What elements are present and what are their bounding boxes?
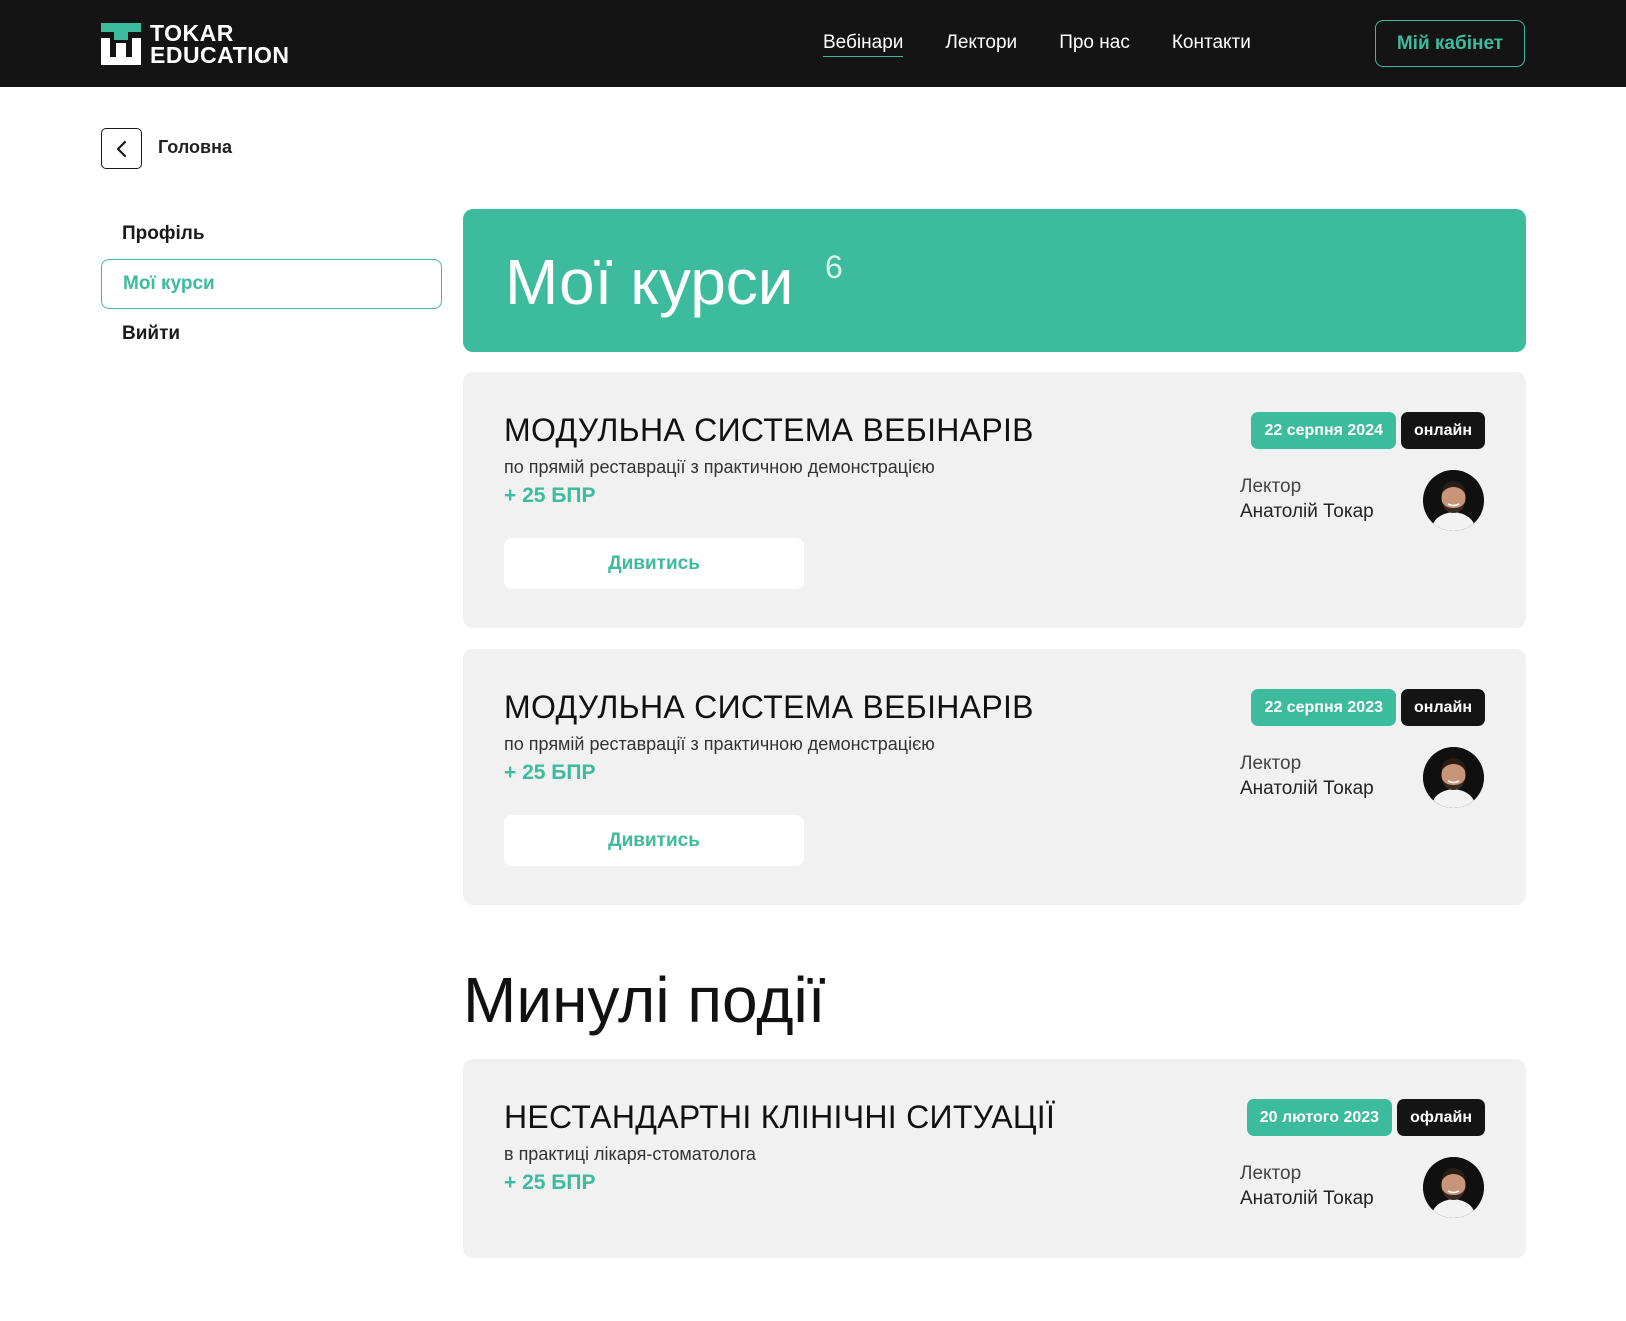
lector-label: Лектор bbox=[1240, 476, 1302, 497]
date-badge: 22 серпня 2024 bbox=[1251, 412, 1396, 449]
brand-line-1: TOKAR bbox=[150, 20, 234, 46]
person-avatar-icon bbox=[1423, 1157, 1484, 1218]
lector-avatar[interactable] bbox=[1423, 1157, 1484, 1218]
nav-item-lectors[interactable]: Лектори bbox=[945, 30, 1017, 57]
course-bpr-points: + 25 БПР bbox=[504, 761, 596, 784]
page-title: Мої курси bbox=[505, 246, 794, 318]
format-badge: онлайн bbox=[1401, 689, 1485, 726]
date-badge: 22 серпня 2023 bbox=[1251, 689, 1396, 726]
date-badge: 20 лютого 2023 bbox=[1246, 1099, 1393, 1136]
course-card: МОДУЛЬНА СИСТЕМА ВЕБІНАРІВ по прямій рес… bbox=[463, 372, 1526, 628]
page-title-banner: Мої курси 6 bbox=[463, 209, 1526, 352]
sidebar-item-profile[interactable]: Профіль bbox=[101, 209, 442, 259]
lector-name[interactable]: Анатолій Токар bbox=[1240, 1188, 1374, 1210]
main-nav: Вебінари Лектори Про нас Контакти bbox=[823, 30, 1293, 57]
courses-count: 6 bbox=[825, 249, 843, 285]
watch-button[interactable]: Дивитись bbox=[504, 815, 804, 866]
course-badges: 22 серпня 2024 онлайн bbox=[1251, 412, 1485, 449]
brand-wordmark: TOKAR EDUCATION bbox=[150, 20, 290, 68]
course-subtitle: по прямій реставрації з практичною демон… bbox=[504, 734, 935, 754]
lector-label: Лектор bbox=[1240, 1163, 1302, 1184]
lector-label: Лектор bbox=[1240, 753, 1302, 774]
format-badge: онлайн bbox=[1401, 412, 1485, 449]
nav-item-contacts[interactable]: Контакти bbox=[1172, 30, 1251, 57]
course-subtitle: по прямій реставрації з практичною демон… bbox=[504, 457, 935, 477]
format-badge: офлайн bbox=[1397, 1099, 1485, 1136]
my-cabinet-button[interactable]: Мій кабінет bbox=[1375, 20, 1525, 67]
nav-item-about[interactable]: Про нас bbox=[1059, 30, 1130, 57]
course-title: МОДУЛЬНА СИСТЕМА ВЕБІНАРІВ bbox=[504, 689, 1034, 725]
event-title: НЕСТАНДАРТНІ КЛІНІЧНІ СИТУАЦІЇ bbox=[504, 1099, 1056, 1135]
course-title: МОДУЛЬНА СИСТЕМА ВЕБІНАРІВ bbox=[504, 412, 1034, 448]
site-header: TOKAR EDUCATION Вебінари Лектори Про нас… bbox=[0, 0, 1626, 87]
back-button[interactable] bbox=[101, 128, 142, 169]
course-card: МОДУЛЬНА СИСТЕМА ВЕБІНАРІВ по прямій рес… bbox=[463, 649, 1526, 905]
sidebar-item-logout[interactable]: Вийти bbox=[101, 309, 442, 359]
person-avatar-icon bbox=[1423, 747, 1484, 808]
chevron-left-icon bbox=[116, 140, 126, 157]
course-badges: 22 серпня 2023 онлайн bbox=[1251, 689, 1485, 726]
watch-button[interactable]: Дивитись bbox=[504, 538, 804, 589]
logo-mark-icon bbox=[101, 23, 141, 65]
course-bpr-points: + 25 БПР bbox=[504, 484, 596, 507]
event-subtitle: в практиці лікаря-стоматолога bbox=[504, 1144, 756, 1164]
brand-line-2: EDUCATION bbox=[150, 42, 290, 68]
nav-item-webinars[interactable]: Вебінари bbox=[823, 30, 904, 57]
past-event-card: НЕСТАНДАРТНІ КЛІНІЧНІ СИТУАЦІЇ в практиц… bbox=[463, 1059, 1526, 1258]
event-bpr-points: + 25 БПР bbox=[504, 1171, 596, 1194]
event-badges: 20 лютого 2023 офлайн bbox=[1246, 1099, 1485, 1136]
lector-name[interactable]: Анатолій Токар bbox=[1240, 778, 1374, 800]
brand-logo[interactable]: TOKAR EDUCATION bbox=[101, 20, 290, 68]
lector-avatar[interactable] bbox=[1423, 470, 1484, 531]
lector-name[interactable]: Анатолій Токар bbox=[1240, 501, 1374, 523]
person-avatar-icon bbox=[1423, 470, 1484, 531]
past-events-title: Минулі події bbox=[463, 964, 826, 1036]
breadcrumb-home-link[interactable]: Головна bbox=[158, 137, 232, 158]
sidebar-item-my-courses[interactable]: Мої курси bbox=[101, 259, 442, 309]
lector-avatar[interactable] bbox=[1423, 747, 1484, 808]
